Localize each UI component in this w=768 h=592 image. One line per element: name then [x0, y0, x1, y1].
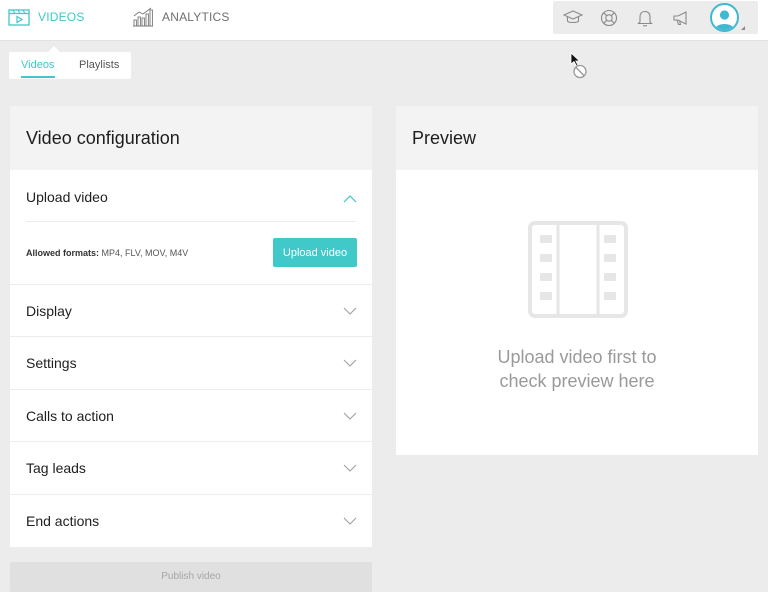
upload-video-button[interactable]: Upload video [273, 238, 357, 267]
section-label: Calls to action [26, 407, 114, 424]
tab-videos[interactable]: Videos [21, 59, 54, 71]
section-tag-leads[interactable]: Tag leads [10, 441, 372, 493]
chevron-down-icon [343, 359, 357, 367]
section-label: End actions [26, 512, 100, 529]
section-settings[interactable]: Settings [10, 336, 372, 388]
preview-panel-title: Preview [412, 127, 477, 148]
section-end-actions[interactable]: End actions [10, 494, 372, 546]
preview-panel-header: Preview [396, 106, 758, 170]
top-nav-bar: VIDEOS ANALYTICS [0, 0, 768, 41]
video-player-icon [8, 9, 30, 26]
nav-analytics[interactable]: ANALYTICS [132, 0, 230, 34]
toolbar-actions [553, 1, 758, 34]
chevron-down-icon [343, 307, 357, 315]
chevron-down-icon [343, 412, 357, 420]
user-avatar-icon[interactable] [710, 3, 739, 32]
section-label: Settings [26, 354, 77, 371]
video-configuration-panel: Video configuration Upload video Allowed… [10, 106, 372, 547]
chevron-down-icon [343, 464, 357, 472]
avatar-dropdown-caret-icon[interactable] [741, 26, 745, 30]
upload-video-section: Upload video Allowed formats: MP4, FLV, … [10, 170, 372, 284]
section-calls-to-action[interactable]: Calls to action [10, 389, 372, 441]
nav-videos[interactable]: VIDEOS [8, 0, 85, 34]
bar-chart-icon [133, 7, 153, 27]
lifebuoy-icon[interactable] [599, 8, 619, 28]
chevron-up-icon[interactable] [343, 194, 357, 204]
section-label: Tag leads [26, 459, 86, 476]
config-panel-title: Video configuration [26, 127, 180, 148]
nav-videos-label: VIDEOS [38, 10, 85, 24]
chevron-down-icon [343, 517, 357, 525]
publish-video-button[interactable]: Publish video [10, 562, 372, 592]
preview-empty-message: Upload video first to check preview here [396, 345, 758, 393]
preview-message-line2: check preview here [499, 371, 655, 391]
config-panel-header: Video configuration [10, 106, 372, 170]
allowed-formats-text: Allowed formats: MP4, FLV, MOV, M4V [26, 248, 188, 258]
tab-playlists[interactable]: Playlists [79, 59, 119, 71]
formats-label: Allowed formats: [26, 248, 100, 258]
bell-icon[interactable] [635, 8, 655, 28]
subtabs: Videos Playlists [9, 46, 131, 79]
active-tab-indicator [21, 76, 55, 78]
section-label: Display [26, 302, 72, 319]
section-display[interactable]: Display [10, 284, 372, 336]
nav-analytics-label: ANALYTICS [162, 10, 230, 24]
divider [26, 221, 356, 222]
user-silhouette-icon [715, 10, 734, 30]
formats-value: MP4, FLV, MOV, M4V [101, 248, 189, 258]
film-strip-icon [528, 221, 628, 318]
preview-panel: Preview Upload video first to check prev… [396, 106, 758, 455]
megaphone-icon[interactable] [671, 8, 691, 28]
preview-message-line1: Upload video first to [497, 347, 657, 367]
graduation-cap-icon[interactable] [563, 8, 583, 28]
upload-section-title[interactable]: Upload video [26, 189, 108, 205]
not-allowed-cursor-icon [570, 52, 587, 79]
